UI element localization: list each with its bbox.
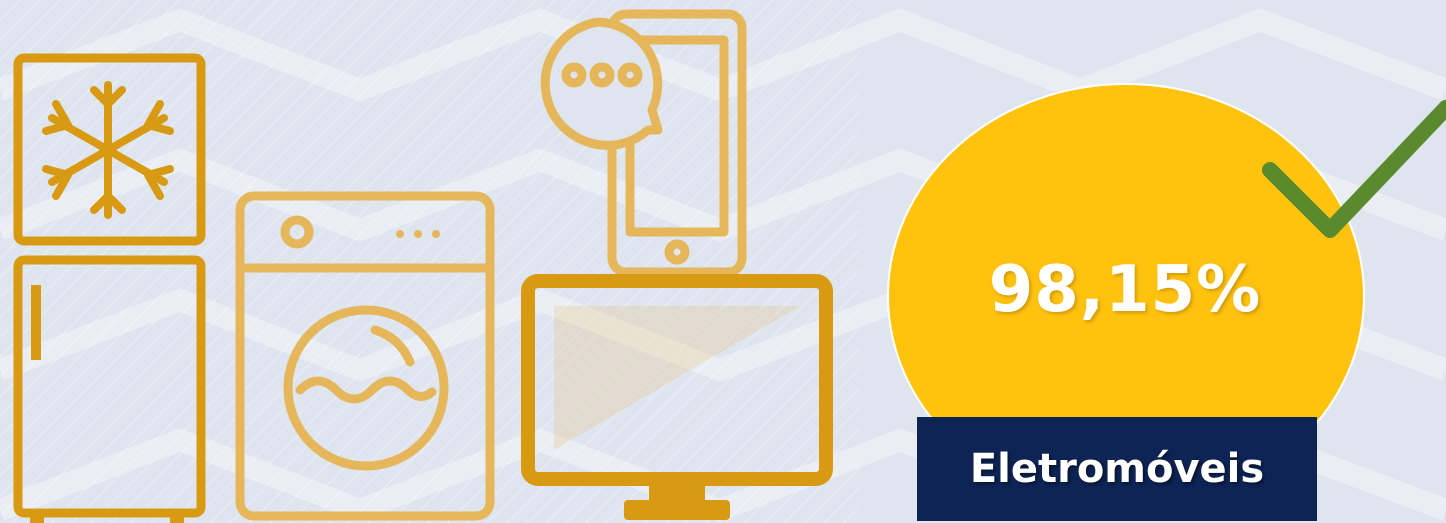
smartphone-chat-icon: [540, 9, 747, 277]
television-icon: [521, 274, 833, 520]
category-label: Eletromóveis: [969, 446, 1265, 492]
category-label-box: Eletromóveis: [917, 417, 1317, 521]
percentage-value: 98,15%: [988, 253, 1262, 327]
refrigerator-icon: [13, 53, 206, 523]
washing-machine-icon: [235, 191, 495, 521]
